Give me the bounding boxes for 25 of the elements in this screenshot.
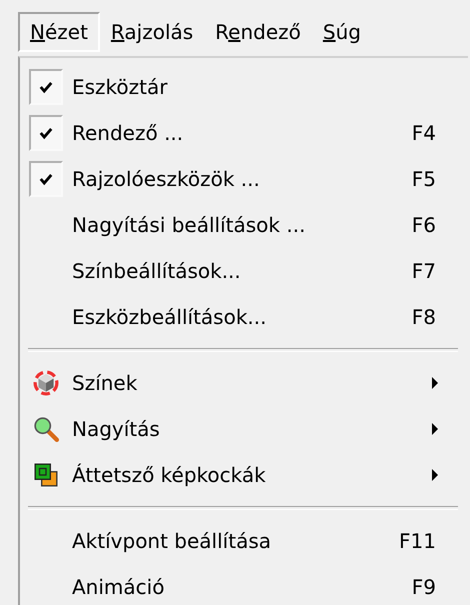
menu-bar-item[interactable]: Nézet <box>18 12 100 52</box>
menu-bar-item[interactable]: Rajzolás <box>100 12 204 52</box>
color-cube-icon <box>33 370 59 396</box>
menu-item[interactable]: Színek <box>20 360 468 406</box>
shortcut-text: F8 <box>410 305 436 329</box>
shortcut-text: F5 <box>410 167 436 191</box>
menu-item[interactable]: Eszközbeállítások... F8 <box>20 294 468 340</box>
menu-bar-item[interactable]: Rendező <box>204 12 312 52</box>
menu-item[interactable]: Rajzolóeszközök ... F5 <box>20 156 468 202</box>
shortcut-text: F9 <box>410 575 436 599</box>
shortcut-text: F7 <box>410 259 436 283</box>
menu-item[interactable]: Animáció F9 <box>20 564 468 605</box>
menu-item[interactable]: Nagyítási beállítások ... F6 <box>20 202 468 248</box>
shortcut-text: F4 <box>410 121 436 145</box>
magnifier-icon <box>33 416 59 442</box>
menu-item[interactable]: Aktívpont beállítása F11 <box>20 518 468 564</box>
menu-bar-item[interactable]: Súg <box>312 12 372 52</box>
menu-item[interactable]: Nagyítás <box>20 406 468 452</box>
menu-item[interactable]: Rendező ... F4 <box>20 110 468 156</box>
shortcut-text: F11 <box>398 529 436 553</box>
shortcut-text: F6 <box>410 213 436 237</box>
menu-item[interactable]: Áttetsző képkockák <box>20 452 468 498</box>
menu-item[interactable]: Színbeállítások... F7 <box>20 248 468 294</box>
frames-icon <box>33 462 59 488</box>
menu-item[interactable]: Eszköztár <box>20 64 468 110</box>
